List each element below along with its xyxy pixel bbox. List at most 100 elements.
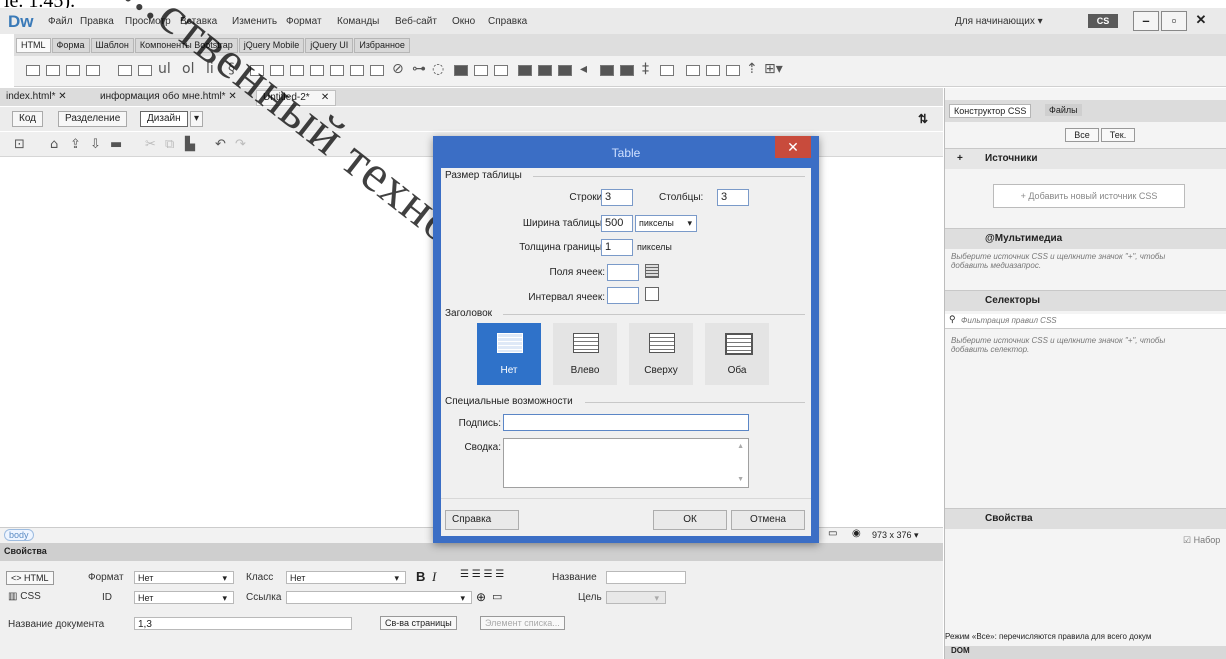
upload-icon[interactable]: ⇡ [746,61,758,77]
doc-tab-about[interactable]: информация обо мне.html* ✕ [94,90,243,104]
animate-icon[interactable] [620,65,634,76]
script-icon[interactable]: ◌ [432,61,444,77]
tab-css-designer[interactable]: Конструктор CSS [949,104,1032,118]
doc-title-field[interactable]: 1,3 [134,617,352,630]
article-icon[interactable] [330,65,344,76]
scroll-down-icon[interactable]: ▼ [737,476,744,483]
close-icon[interactable]: ✕ [775,136,811,158]
format-select[interactable]: Нет ▾ [134,571,234,584]
insert-tab-jquery-mobile[interactable]: jQuery Mobile [238,38,305,53]
insert-tab-favorites[interactable]: Избранное [354,38,410,53]
media-icon[interactable] [518,65,532,76]
caption-input[interactable] [503,414,749,431]
paragraph-icon[interactable] [66,65,80,76]
hyperlink-icon[interactable]: ⊘ [392,61,404,77]
minimize-icon[interactable]: – [1133,11,1159,31]
save-icon[interactable]: ▬ [110,137,122,152]
summary-textarea[interactable]: ▲ ▼ [503,438,749,488]
dom-panel-tab[interactable]: DOM [945,646,1226,659]
sort-icon[interactable]: ⇅ [918,112,928,126]
image-icon[interactable] [46,65,60,76]
cut-icon[interactable]: ✂ [145,137,156,152]
new-doc-icon[interactable]: ⊡ [14,137,25,152]
keywords-icon[interactable] [494,65,508,76]
flash-icon[interactable] [600,65,614,76]
insert-tab-form[interactable]: Форма [51,38,90,53]
audio-icon[interactable]: ◂ [580,61,587,77]
border-input[interactable]: 1 [601,239,633,256]
menu-file[interactable]: Файл [48,16,73,27]
date-icon[interactable] [726,65,740,76]
menu-site[interactable]: Веб-сайт [395,16,437,27]
scroll-up-icon[interactable]: ▲ [737,443,744,450]
unordered-list-icon[interactable]: ul [158,61,171,77]
paste-icon[interactable]: ▙ [185,137,195,152]
list-item-icon[interactable]: li [206,61,214,77]
add-source-plus-icon[interactable]: + [957,153,963,164]
redo-icon[interactable]: ↷ [235,137,246,152]
maximize-icon[interactable]: ▫ [1161,11,1187,31]
header-none-option[interactable]: Нет [477,323,541,385]
header-left-option[interactable]: Влево [553,323,617,385]
close-icon[interactable]: ✕ [1189,11,1213,29]
width-unit-select[interactable]: пикселы ▾ [635,215,697,232]
table-width-input[interactable]: 500 [601,215,633,232]
aside-icon[interactable] [310,65,324,76]
snippet-icon[interactable]: ⊞▾ [764,61,783,77]
html-mode-button[interactable]: <> HTML [6,571,54,585]
folder-icon[interactable]: ▭ [492,590,502,603]
view-dropdown-icon[interactable]: ▾ [190,111,204,127]
footer-icon[interactable] [370,65,384,76]
table-icon[interactable] [118,65,132,76]
iframe-icon[interactable] [660,65,674,76]
insert-tab-template[interactable]: Шаблон [90,38,134,53]
navigation-icon[interactable] [270,65,284,76]
menu-help[interactable]: Справка [488,16,527,27]
menu-edit[interactable]: Правка [80,16,114,27]
doc-tab-index[interactable]: index.html* ✕ [0,90,73,104]
show-set-checkbox[interactable]: ☑ Набор [1183,535,1220,546]
insert-tab-bootstrap[interactable]: Компоненты Bootstrap [134,38,238,53]
open-icon[interactable]: ⌂ [50,137,58,152]
character-icon[interactable] [706,65,720,76]
sync-button[interactable]: CS [1088,14,1118,28]
header-icon[interactable] [250,65,264,76]
page-properties-button[interactable]: Св-ва страницы [380,616,457,630]
italic-icon[interactable]: I [432,569,436,585]
cancel-button[interactable]: Отмена [731,510,805,530]
email-link-icon[interactable]: ⊶ [412,61,426,77]
list-icons[interactable]: ☰ ☰ ☰ ☰ [460,569,504,580]
div-icon[interactable] [26,65,40,76]
id-select[interactable]: Нет ▾ [134,591,234,604]
undo-icon[interactable]: ↶ [215,137,226,152]
point-to-file-icon[interactable]: ⊕ [476,590,486,604]
current-mode-button[interactable]: Тек. [1101,128,1135,142]
menu-commands[interactable]: Команды [337,16,379,27]
tag-selector-body[interactable]: body [4,529,34,541]
copy-icon[interactable]: ⧉ [165,137,174,152]
menu-modify[interactable]: Изменить [232,16,277,27]
get-icon[interactable]: ⇩ [90,137,101,152]
menu-window[interactable]: Окно [452,16,475,27]
device-icon[interactable]: ▭ [828,528,837,539]
canvas-icon[interactable] [538,65,552,76]
tab-files[interactable]: Файлы [1045,104,1082,116]
insert-tab-jquery-ui[interactable]: jQuery UI [305,38,354,53]
menu-view[interactable]: Просмотр [125,16,171,27]
ordered-list-icon[interactable]: ol [182,61,194,77]
list-item-button[interactable]: Элемент списка... [480,616,565,630]
header-top-option[interactable]: Сверху [629,323,693,385]
ok-button[interactable]: ОК [653,510,727,530]
help-button[interactable]: Справка [445,510,519,530]
insert-tab-html[interactable]: HTML [16,38,51,53]
target-select[interactable]: ▾ [606,591,666,604]
cols-input[interactable]: 3 [717,189,749,206]
link-field[interactable]: ▾ [286,591,472,604]
design-view-button[interactable]: Дизайн [140,111,188,127]
menu-format[interactable]: Формат [286,16,322,27]
meta-icon[interactable] [474,65,488,76]
window-size-readout[interactable]: 973 x 376 ▾ [872,530,919,541]
widget-icon[interactable]: ‡ [642,61,649,77]
rows-input[interactable]: 3 [601,189,633,206]
preview-icon[interactable]: ◉ [852,528,861,539]
